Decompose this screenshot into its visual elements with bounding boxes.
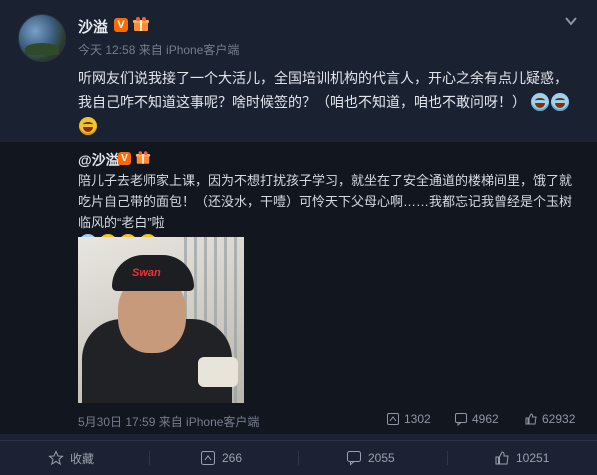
like-icon — [525, 413, 537, 425]
comment-button[interactable]: 2055 — [346, 441, 395, 475]
laugh-cry-emoji-icon — [530, 93, 549, 111]
repost-count: 1302 — [404, 412, 431, 426]
repost-username[interactable]: @沙溢 — [78, 150, 120, 170]
repost-button-count: 266 — [222, 451, 243, 465]
action-divider — [447, 451, 448, 465]
repost-text: 陪儿子去老师家上课，因为不想打扰孩子学习，就坐在了安全通道的楼梯间里，饿了就吃片… — [78, 173, 573, 230]
favorite-button[interactable]: 收藏 — [48, 441, 94, 475]
comment-count: 4962 — [472, 412, 499, 426]
repost-stat-likes[interactable]: 62932 — [524, 412, 575, 426]
laughing-emoji-icon — [79, 117, 97, 135]
repost-stat-comments[interactable]: 4962 — [454, 412, 499, 426]
action-bar: 收藏 266 2055 10251 — [0, 440, 597, 475]
action-divider — [149, 451, 150, 465]
gift-icon — [133, 17, 149, 31]
avatar[interactable] — [18, 14, 66, 62]
photo-bread-bag — [198, 357, 238, 387]
chevron-down-icon[interactable] — [564, 14, 578, 28]
repost-icon — [387, 413, 399, 425]
comment-icon — [455, 413, 467, 426]
like-button[interactable]: 10251 — [494, 441, 549, 475]
like-button-count: 10251 — [516, 451, 550, 465]
photo-cap-logo: Swan — [132, 267, 161, 279]
post-text-block: 听网友们说我接了一个大活儿，全国培训机构的代言人，开心之余有点儿疑惑，我自己咋不… — [78, 66, 578, 138]
repost-icon — [201, 451, 215, 465]
post-username[interactable]: 沙溢 — [78, 16, 108, 37]
comment-icon — [347, 451, 361, 466]
comment-button-count: 2055 — [368, 451, 395, 465]
action-divider — [298, 451, 299, 465]
repost-photo[interactable]: Swan — [78, 237, 244, 403]
repost-stat-reposts[interactable]: 1302 — [386, 412, 431, 426]
verified-icon: V — [114, 18, 128, 32]
repost-button[interactable]: 266 — [200, 441, 242, 475]
favorite-icon — [48, 450, 64, 466]
favorite-label: 收藏 — [70, 451, 95, 466]
like-icon — [495, 451, 509, 465]
like-count: 62932 — [542, 412, 576, 426]
laugh-cry-emoji-icon — [550, 93, 569, 111]
post-meta: 今天 12:58 来自 iPhone客户端 — [78, 43, 240, 57]
verified-icon: V — [118, 152, 131, 165]
post-text: 听网友们说我接了一个大活儿，全国培训机构的代言人，开心之余有点儿疑惑，我自己咋不… — [78, 70, 568, 110]
repost-meta: 5月30日 17:59 来自 iPhone客户端 — [78, 415, 260, 429]
gift-icon — [135, 151, 151, 164]
